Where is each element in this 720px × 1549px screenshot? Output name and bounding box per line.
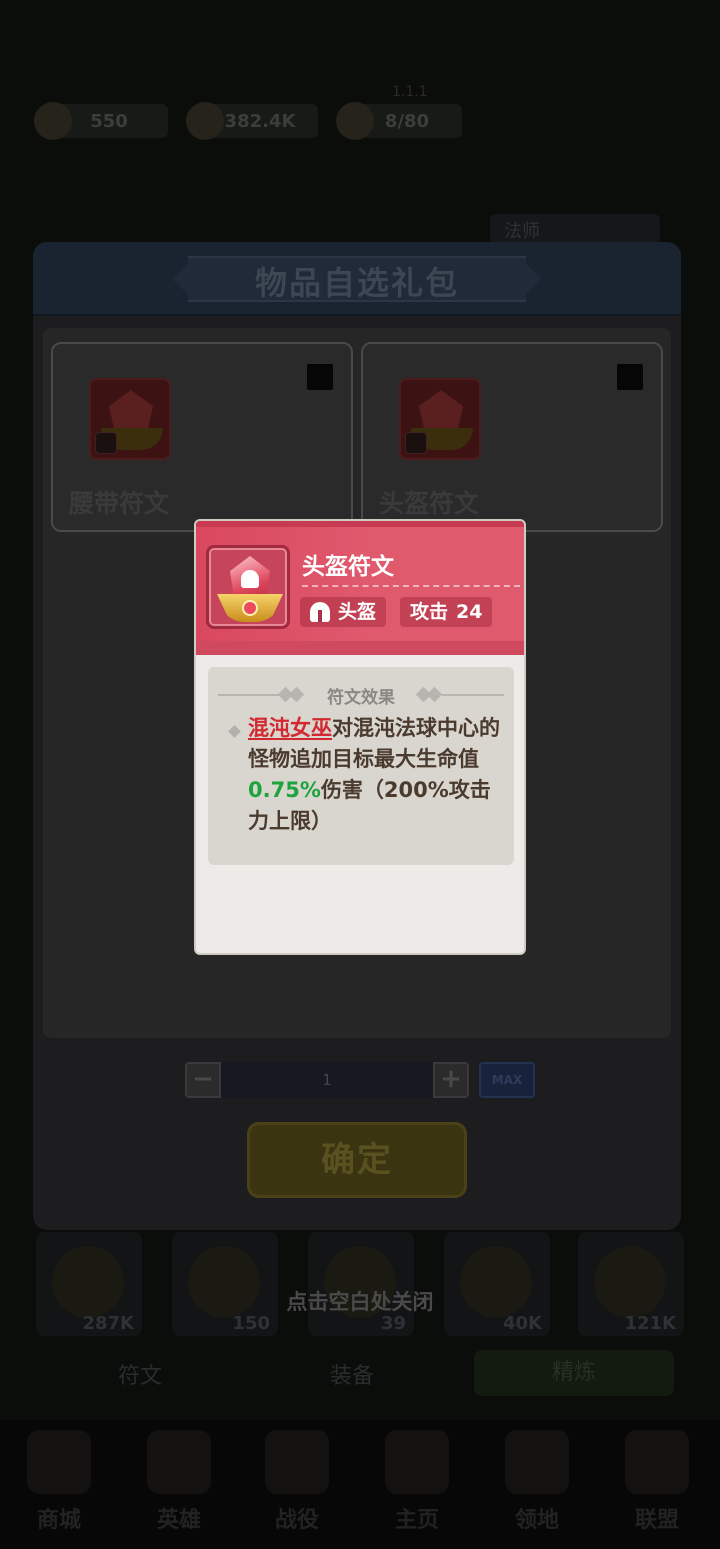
class-tag: 法师 xyxy=(490,214,660,244)
slot-tag: 头盔 xyxy=(300,597,387,627)
tooltip-title: 头盔符文 xyxy=(302,554,394,580)
resource-item: 287K xyxy=(36,1232,142,1336)
bottom-nav: 商城 英雄 战役 主页 领地 联盟 xyxy=(0,1420,720,1549)
resource-item: 40K xyxy=(444,1232,550,1336)
stamina-icon xyxy=(336,102,374,140)
alliance-icon xyxy=(625,1430,689,1494)
bullet-icon xyxy=(228,725,241,738)
home-icon xyxy=(385,1430,449,1494)
close-hint[interactable]: 点击空白处关闭 xyxy=(0,1286,720,1316)
helmet-rune-icon xyxy=(206,545,290,629)
hero-name: 混沌女巫 xyxy=(248,716,332,740)
nav-home: 主页 xyxy=(362,1430,472,1540)
option-card-helmet-rune[interactable]: 头盔符文 xyxy=(361,342,663,532)
card-name: 头盔符文 xyxy=(379,489,480,518)
rune-tooltip: 头盔符文 头盔 攻击 24 符文效果 混沌女巫对混沌法球中心的怪物追加目标最大生… xyxy=(194,519,526,955)
shop-icon xyxy=(27,1430,91,1494)
stat-tag: 攻击 24 xyxy=(400,597,493,627)
energy-icon xyxy=(34,102,72,140)
refine-button: 精炼 xyxy=(474,1350,674,1396)
tab-equipment: 装备 xyxy=(330,1364,375,1389)
effect-description: 混沌女巫对混沌法球中心的怪物追加目标最大生命值0.75%伤害（200%攻击力上限… xyxy=(248,716,500,833)
belt-rune-icon xyxy=(89,378,171,460)
territory-icon xyxy=(505,1430,569,1494)
option-card-belt-rune[interactable]: 腰带符文 xyxy=(51,342,353,532)
resource-item: 150 xyxy=(172,1232,278,1336)
resource-items: 287K 150 39 40K 121K xyxy=(36,1232,684,1336)
resource-item: 39 xyxy=(308,1232,414,1336)
increase-button[interactable]: + xyxy=(433,1062,469,1098)
gold-stat: 382.4K xyxy=(186,102,318,140)
nav-battle: 战役 xyxy=(242,1430,352,1540)
decrease-button[interactable]: − xyxy=(185,1062,221,1098)
stamina-stat: 8/80 xyxy=(336,102,462,140)
hero-icon xyxy=(147,1430,211,1494)
hero-avatar-icon xyxy=(95,432,117,454)
select-checkbox[interactable] xyxy=(615,362,645,392)
dialog-header: 物品自选礼包 xyxy=(33,242,681,316)
energy-stat: 550 xyxy=(34,102,168,140)
nav-territory: 领地 xyxy=(482,1430,592,1540)
card-name: 腰带符文 xyxy=(69,489,170,518)
helmet-rune-icon xyxy=(399,378,481,460)
dialog-title: 物品自选礼包 xyxy=(254,264,459,302)
gold-coin-icon xyxy=(186,102,224,140)
confirm-button[interactable]: 确定 xyxy=(247,1122,467,1198)
divider xyxy=(302,585,520,587)
resource-item: 121K xyxy=(578,1232,684,1336)
nav-heroes: 英雄 xyxy=(124,1430,234,1540)
nav-alliance: 联盟 xyxy=(602,1430,712,1540)
quantity-input[interactable]: 1 xyxy=(221,1062,433,1098)
level-text: 1.1.1 xyxy=(392,84,428,100)
rune-effect-section: 符文效果 混沌女巫对混沌法球中心的怪物追加目标最大生命值0.75%伤害（200%… xyxy=(208,667,514,865)
damage-percent: 0.75% xyxy=(248,778,321,802)
helmet-icon xyxy=(310,602,330,622)
hero-avatar-icon xyxy=(405,432,427,454)
max-button[interactable]: MAX xyxy=(479,1062,535,1098)
nav-shop: 商城 xyxy=(4,1430,114,1540)
select-checkbox[interactable] xyxy=(305,362,335,392)
tab-runes: 符文 xyxy=(118,1364,163,1389)
battle-icon xyxy=(265,1430,329,1494)
quantity-stepper: − 1 + MAX xyxy=(185,1062,535,1098)
background-tabs: 符文 装备 精炼 xyxy=(0,1350,720,1400)
tooltip-header: 头盔符文 头盔 攻击 24 xyxy=(196,521,524,655)
